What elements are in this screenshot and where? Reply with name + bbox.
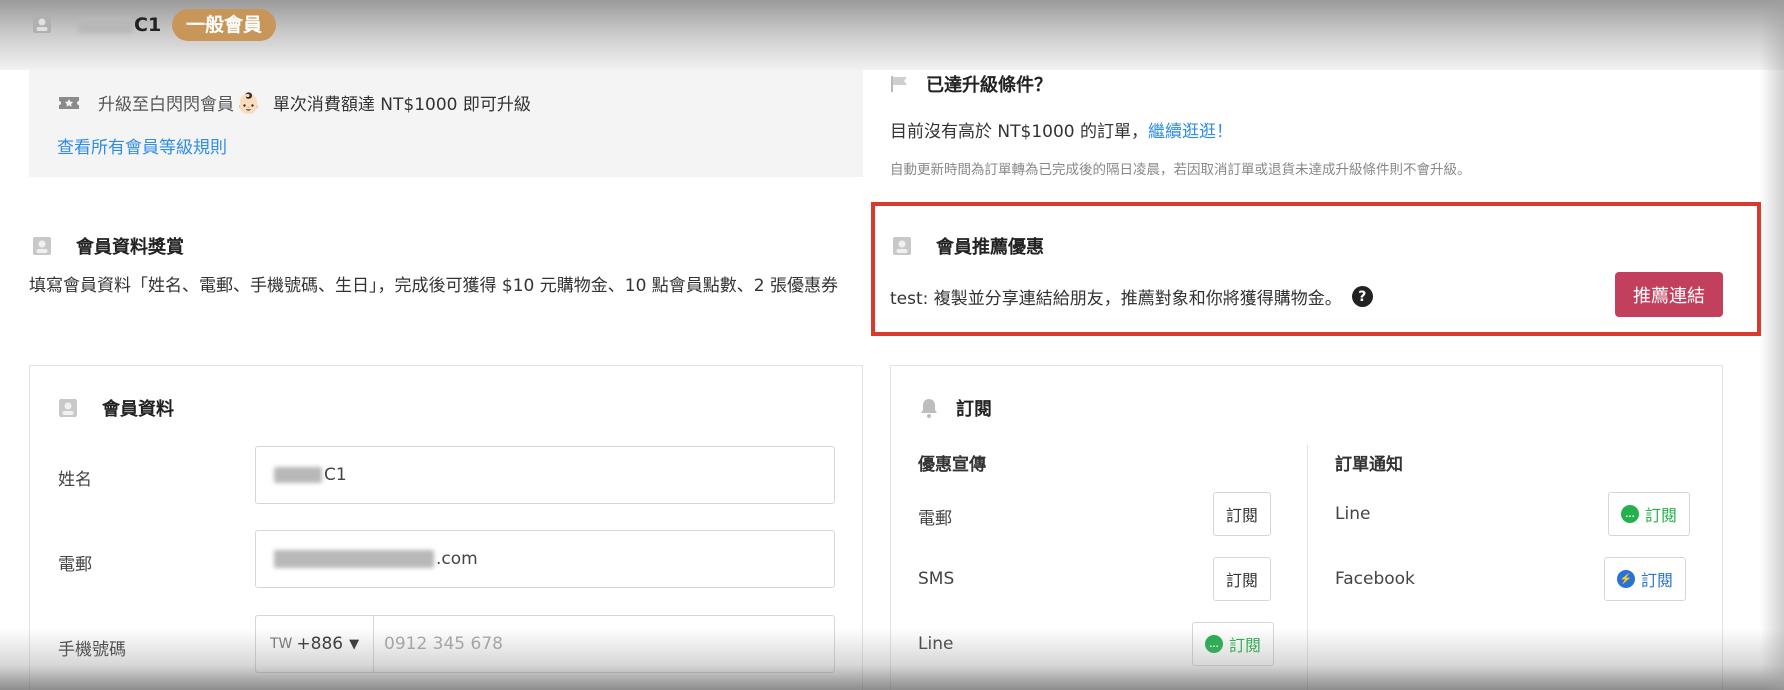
- country-code-select[interactable]: TW +886 ▼: [256, 616, 374, 672]
- upgrade-panel: [29, 70, 863, 177]
- phone-field: TW +886 ▼ 0912 345 678: [255, 615, 835, 673]
- member-card-icon: [33, 15, 51, 33]
- profile-reward-description: 填寫會員資料「姓名、電郵、手機號碼、生日」，完成後可獲得 $10 元購物金、10…: [29, 276, 839, 296]
- no-order-text: 目前沒有高於 NT$1000 的訂單，繼續逛逛！: [890, 122, 1233, 142]
- auto-update-note: 自動更新時間為訂單轉為已完成後的隔日凌晨，若因取消訂單或退貨未達成升級條件則不會…: [890, 162, 1471, 178]
- member-tier-badge: 一般會員: [172, 9, 277, 41]
- order-line-subscribe-button[interactable]: … 訂閱: [1608, 492, 1691, 536]
- member-name: C1: [78, 14, 161, 36]
- upgrade-condition-title: 已達升級條件？: [890, 71, 1052, 97]
- redacted-name: [274, 467, 322, 483]
- promo-sms-subscribe-button[interactable]: 訂閱: [1213, 557, 1272, 601]
- promo-column-heading: 優惠宣傳: [918, 455, 986, 475]
- flag-icon: [891, 76, 907, 92]
- caret-down-icon: ▼: [349, 636, 360, 652]
- member-card-icon: [33, 237, 51, 255]
- name-label: 姓名: [58, 470, 92, 490]
- order-facebook-label: Facebook: [1335, 569, 1415, 589]
- line-icon: …: [1205, 635, 1223, 653]
- referral-title: 會員推薦優惠: [892, 233, 1044, 259]
- right-shadow: [1760, 0, 1784, 690]
- member-card-icon: [59, 399, 77, 417]
- promo-sms-label: SMS: [918, 569, 955, 589]
- redacted-name: [78, 17, 132, 33]
- upgrade-info: 升級至白閃閃會員 👶🏻 單次消費額達 NT$1000 即可升級: [58, 90, 531, 115]
- ticket-icon: [59, 96, 79, 109]
- phone-input[interactable]: 0912 345 678: [374, 634, 503, 654]
- email-label: 電郵: [58, 555, 92, 575]
- member-rules-link[interactable]: 查看所有會員等級規則: [57, 133, 227, 158]
- promo-email-subscribe-button[interactable]: 訂閱: [1213, 492, 1272, 536]
- member-card-icon: [893, 237, 911, 255]
- messenger-icon: ⚡: [1617, 570, 1635, 588]
- order-facebook-subscribe-button[interactable]: ⚡ 訂閱: [1604, 557, 1687, 601]
- column-divider: [1307, 445, 1308, 690]
- member-info-title: 會員資料: [58, 395, 174, 421]
- profile-reward-title: 會員資料獎賞: [32, 233, 184, 259]
- subscription-title: 訂閱: [918, 395, 992, 421]
- name-input[interactable]: C1: [255, 446, 835, 504]
- order-column-heading: 訂單通知: [1335, 455, 1403, 475]
- promo-email-label: 電郵: [918, 509, 952, 529]
- continue-shopping-link[interactable]: 繼續逛逛！: [1148, 122, 1233, 142]
- referral-description: test: 複製並分享連結給朋友，推薦對象和你將獲得購物金。 ?: [890, 284, 1373, 309]
- baby-emoji-icon: 👶🏻: [236, 90, 261, 115]
- promo-line-subscribe-button[interactable]: … 訂閱: [1192, 622, 1275, 666]
- bell-icon: [921, 399, 937, 418]
- promo-line-label: Line: [918, 634, 954, 654]
- line-icon: …: [1621, 505, 1639, 523]
- help-icon[interactable]: ?: [1351, 286, 1373, 307]
- email-input[interactable]: .com: [255, 530, 835, 588]
- referral-link-button[interactable]: 推薦連結: [1615, 272, 1723, 317]
- order-line-label: Line: [1335, 504, 1371, 524]
- redacted-email: [274, 550, 434, 568]
- phone-label: 手機號碼: [58, 640, 126, 660]
